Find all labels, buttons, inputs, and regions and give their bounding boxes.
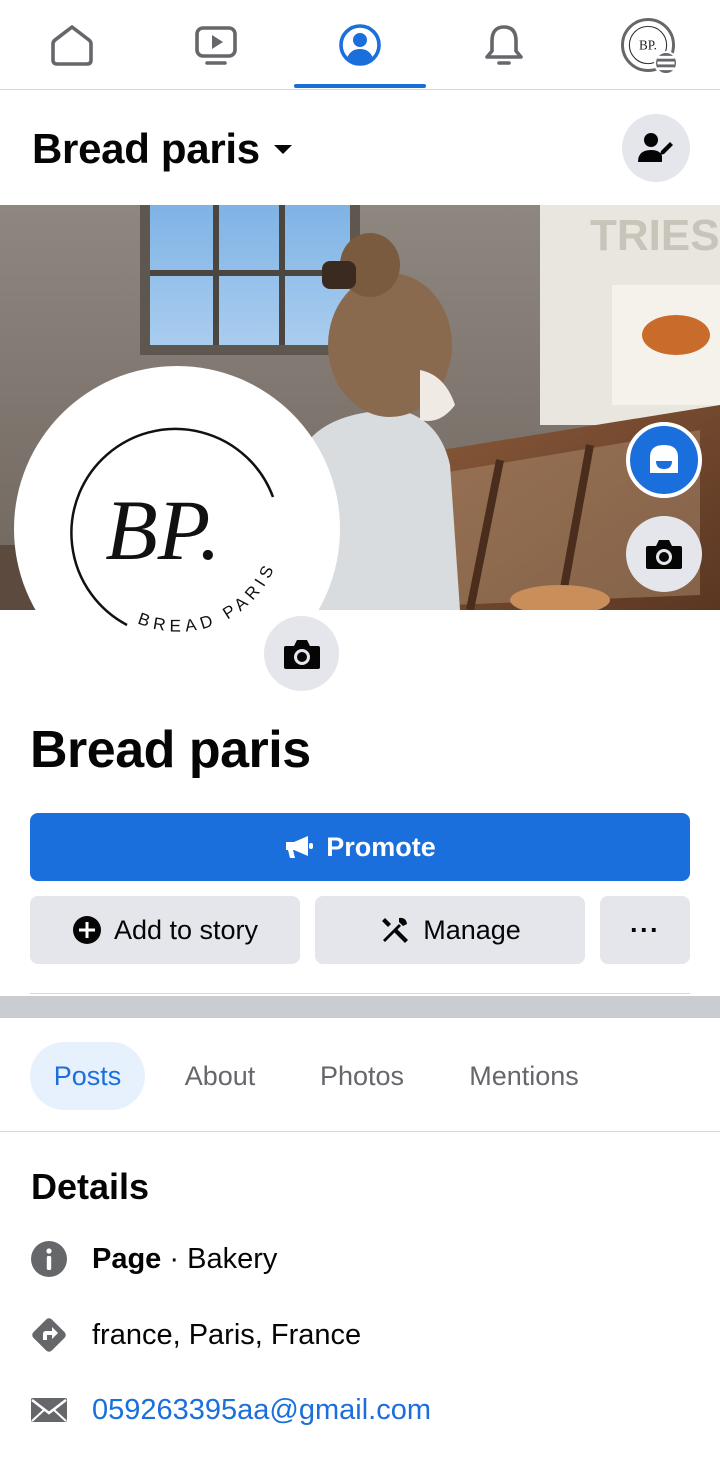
top-nav-bar: BP. xyxy=(0,0,720,90)
chevron-down-icon[interactable] xyxy=(274,145,292,154)
edit-profile-picture-button[interactable] xyxy=(264,616,339,691)
directions-icon xyxy=(30,1316,68,1354)
detail-email: 059263395aa@gmail.com xyxy=(30,1388,431,1432)
manage-label: Manage xyxy=(423,914,521,945)
separator xyxy=(30,993,690,994)
switch-profile-button[interactable] xyxy=(622,114,690,182)
profile-tabs: Posts About Photos Mentions xyxy=(0,1018,720,1132)
add-to-story-label: Add to story xyxy=(113,914,259,945)
edit-cover-button[interactable] xyxy=(626,516,702,592)
tab-mentions[interactable]: Mentions xyxy=(450,1042,598,1110)
page-header: Bread paris xyxy=(0,91,720,205)
page-name-heading: Bread paris xyxy=(30,721,311,779)
active-tab-indicator xyxy=(294,84,426,88)
more-options-button[interactable]: ··· xyxy=(600,896,690,964)
page-switcher-title[interactable]: Bread paris xyxy=(32,125,260,173)
details-heading: Details xyxy=(31,1166,150,1207)
tab-photos[interactable]: Photos xyxy=(300,1042,424,1110)
category-label: Page xyxy=(92,1242,162,1275)
section-divider xyxy=(0,996,720,1018)
camera-icon xyxy=(646,540,682,569)
tab-notifications[interactable] xyxy=(432,0,576,90)
tools-icon xyxy=(379,914,411,946)
detail-location: france, Paris, France xyxy=(30,1313,361,1357)
tab-posts[interactable]: Posts xyxy=(30,1042,145,1110)
bell-icon xyxy=(485,25,523,65)
info-icon xyxy=(30,1240,68,1278)
tab-home[interactable] xyxy=(0,0,144,90)
video-icon xyxy=(195,26,237,65)
avatar-initials: BP. xyxy=(639,37,657,52)
avatar-face-icon xyxy=(650,445,678,473)
add-to-story-button[interactable]: Add to story xyxy=(30,896,300,964)
profile-icon xyxy=(339,24,381,66)
tab-profile[interactable] xyxy=(288,0,432,90)
tab-about[interactable]: About xyxy=(166,1042,274,1110)
promote-button[interactable]: Promote xyxy=(30,813,690,881)
promote-label: Promote xyxy=(326,831,436,862)
bread-paris-logo: BP. BREAD PARIS xyxy=(70,427,275,636)
more-dots-icon: ··· xyxy=(630,914,660,945)
category-value: · Bakery xyxy=(161,1242,278,1275)
person-edit-icon xyxy=(638,133,673,162)
camera-icon xyxy=(283,639,320,669)
logo-initials: BP. xyxy=(105,482,220,578)
avatar-button[interactable] xyxy=(626,422,702,498)
menu-lines-icon xyxy=(654,51,678,75)
avatar: BP. xyxy=(621,18,678,75)
plus-circle-icon xyxy=(72,915,102,945)
home-icon xyxy=(51,25,93,66)
cover-sign-text: TRIES BOX xyxy=(590,211,720,260)
tab-menu[interactable]: BP. xyxy=(576,0,720,90)
manage-button[interactable]: Manage xyxy=(315,896,585,964)
location-text: france, Paris, France xyxy=(92,1318,362,1351)
detail-category: Page · Bakery xyxy=(30,1237,277,1281)
megaphone-icon xyxy=(284,834,314,860)
email-link[interactable]: 059263395aa@gmail.com xyxy=(92,1394,431,1427)
envelope-icon xyxy=(30,1391,68,1429)
tab-watch[interactable] xyxy=(144,0,288,90)
